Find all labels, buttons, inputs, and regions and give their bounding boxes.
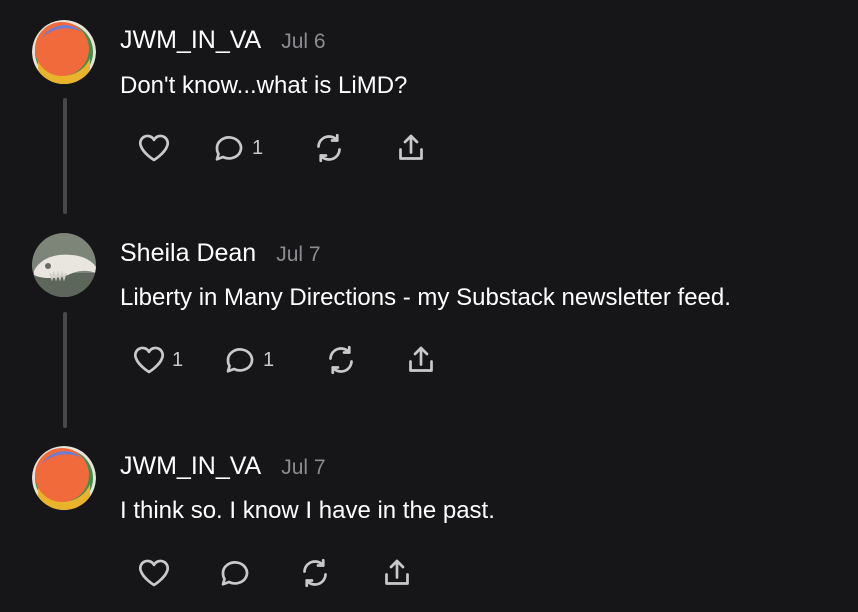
reply-button[interactable]: 1 xyxy=(211,128,263,168)
like-button[interactable] xyxy=(136,128,172,168)
restack-icon xyxy=(303,558,327,588)
avatar[interactable] xyxy=(32,20,96,84)
like-count: 1 xyxy=(172,348,184,371)
comment-text: Liberty in Many Directions - my Substack… xyxy=(120,284,731,311)
comment-actions xyxy=(136,553,426,593)
reply-count: 1 xyxy=(263,348,275,371)
comment-bubble-icon xyxy=(215,136,243,161)
restack-icon xyxy=(329,345,353,375)
comment-bubble-icon xyxy=(221,561,249,586)
author-name[interactable]: JWM_IN_VA xyxy=(120,452,261,481)
share-icon xyxy=(385,559,409,585)
share-icon xyxy=(409,346,433,372)
comment-date[interactable]: Jul 6 xyxy=(281,30,325,54)
thread-line xyxy=(63,98,67,214)
share-button[interactable] xyxy=(379,553,415,593)
heart-icon xyxy=(133,346,165,374)
restack-icon xyxy=(317,133,341,163)
comment-actions: 1 xyxy=(136,128,436,168)
heart-icon xyxy=(138,134,170,162)
comment-text: I think so. I know I have in the past. xyxy=(120,497,495,524)
comment-date[interactable]: Jul 7 xyxy=(276,243,320,267)
share-icon xyxy=(399,134,423,160)
share-button[interactable] xyxy=(403,340,439,380)
comment-bubble-icon xyxy=(226,348,254,373)
comment-text: Don't know...what is LiMD? xyxy=(120,72,408,99)
avatar[interactable] xyxy=(32,233,96,297)
author-name[interactable]: JWM_IN_VA xyxy=(120,26,261,55)
restack-button[interactable] xyxy=(323,340,359,380)
like-button[interactable] xyxy=(136,553,172,593)
thread-line xyxy=(63,312,67,428)
restack-button[interactable] xyxy=(297,553,333,593)
share-button[interactable] xyxy=(393,128,429,168)
author-name[interactable]: Sheila Dean xyxy=(120,239,256,268)
heart-icon xyxy=(138,559,170,587)
reply-button[interactable] xyxy=(217,553,253,593)
reply-count: 1 xyxy=(252,136,264,159)
avatar[interactable] xyxy=(32,446,96,510)
like-button[interactable]: 1 xyxy=(131,340,183,380)
restack-button[interactable] xyxy=(311,128,347,168)
comment-date[interactable]: Jul 7 xyxy=(281,456,325,480)
comment-actions: 1 1 xyxy=(131,340,441,380)
reply-button[interactable]: 1 xyxy=(222,340,274,380)
